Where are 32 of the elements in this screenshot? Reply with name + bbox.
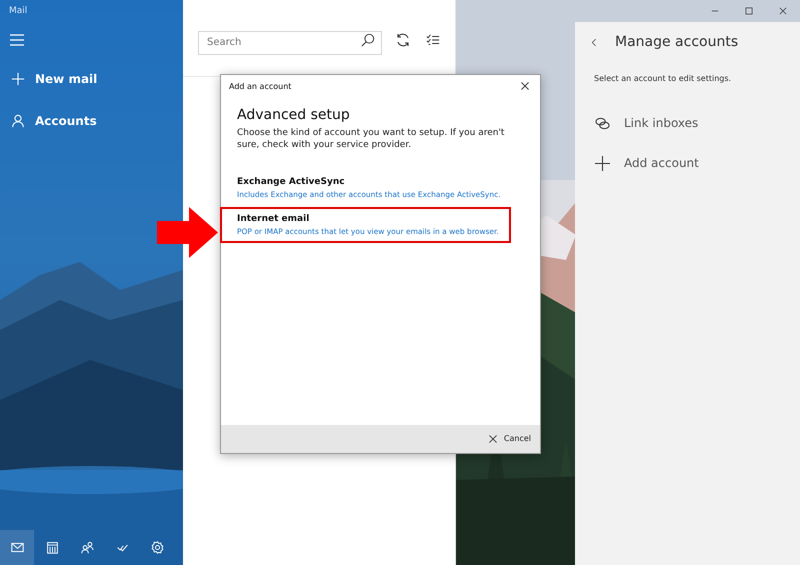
dialog-title: Add an account	[229, 81, 292, 93]
menu-icon[interactable]	[10, 34, 24, 46]
arrow-icon	[157, 207, 218, 258]
mail-icon	[10, 541, 24, 554]
plus-icon	[595, 156, 610, 170]
link-icon	[595, 116, 610, 130]
panel-title: Manage accounts	[615, 33, 738, 52]
close-icon	[488, 434, 498, 444]
search-icon	[361, 33, 375, 47]
close-button[interactable]	[520, 81, 532, 93]
back-icon	[590, 38, 598, 47]
dialog-heading: Advanced setup	[237, 107, 351, 124]
accounts-button[interactable]: Accounts	[0, 100, 183, 142]
settings-icon	[151, 541, 164, 554]
sync-icon	[395, 32, 411, 48]
mail-button[interactable]	[0, 530, 34, 565]
plus-icon	[11, 72, 25, 86]
calendar-icon	[46, 541, 59, 554]
link-inboxes-button[interactable]: Link inboxes	[585, 103, 698, 143]
new-mail-button[interactable]: New mail	[0, 58, 183, 100]
person-icon	[11, 114, 25, 128]
people-icon	[81, 541, 94, 554]
search-field[interactable]: Search	[198, 30, 382, 54]
panel-subtitle: Select an account to edit settings.	[594, 73, 732, 85]
maximize-icon	[744, 6, 754, 16]
checklist-icon	[426, 33, 440, 47]
cancel-button[interactable]: Cancel	[488, 433, 531, 445]
close-icon	[778, 6, 788, 16]
close-icon	[520, 81, 530, 91]
add-account-button[interactable]: Add account	[585, 143, 699, 183]
dialog-description: Choose the kind of account you want to setup. If you aren't sure, check with your service provider.	[237, 126, 506, 152]
window-title: Mail	[8, 5, 28, 18]
